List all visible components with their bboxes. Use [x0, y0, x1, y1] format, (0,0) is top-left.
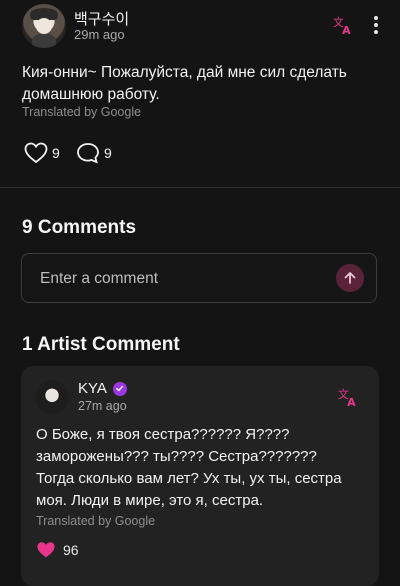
artist-translate-button[interactable]: 文 A	[337, 386, 359, 413]
comments-title: 9 Comments	[22, 217, 137, 238]
post-time: 29m ago	[74, 27, 125, 42]
post-like-count: 9	[52, 145, 60, 161]
artist-like-button[interactable]: 96	[36, 541, 79, 559]
svg-text:A: A	[347, 396, 356, 408]
post-translated-note: Translated by Google	[22, 105, 142, 119]
artist-translated-note: Translated by Google	[36, 514, 156, 528]
send-comment-button[interactable]	[336, 264, 364, 292]
post-text: Кия-онни~ Пожалуйста, дай мне сил сделат…	[22, 64, 347, 103]
translate-button[interactable]: 文 A	[332, 14, 354, 41]
post-author-name[interactable]: 백구수이	[74, 8, 129, 29]
arrow-up-icon	[344, 272, 356, 284]
comment-bubble-icon	[77, 143, 99, 164]
comment-input[interactable]	[38, 254, 332, 304]
heart-outline-icon	[24, 142, 48, 164]
artist-avatar[interactable]	[35, 380, 69, 414]
artist-comment-title: 1 Artist Comment	[22, 334, 180, 355]
divider	[0, 187, 400, 188]
translate-icon: 文 A	[338, 387, 356, 409]
artist-comment-text: О Боже, я твоя сестра?????? Я???? заморо…	[36, 426, 342, 509]
artist-like-count: 96	[63, 542, 79, 558]
translate-icon: 文 A	[333, 15, 351, 37]
artist-comment-time: 27m ago	[78, 399, 127, 413]
more-vertical-icon[interactable]	[373, 16, 379, 34]
post-comment-button[interactable]: 9	[76, 142, 112, 164]
post-comment-count: 9	[104, 145, 112, 161]
svg-text:A: A	[342, 24, 351, 36]
post-like-button[interactable]: 9	[24, 142, 60, 164]
artist-comment-card: KYA 27m ago 文 A О Боже, я твоя сестра???…	[21, 366, 379, 586]
verified-badge-icon	[112, 381, 127, 396]
artist-name[interactable]: KYA	[78, 380, 107, 397]
comment-box	[21, 253, 377, 304]
heart-filled-icon	[37, 542, 55, 558]
post-author-avatar[interactable]	[22, 4, 66, 48]
